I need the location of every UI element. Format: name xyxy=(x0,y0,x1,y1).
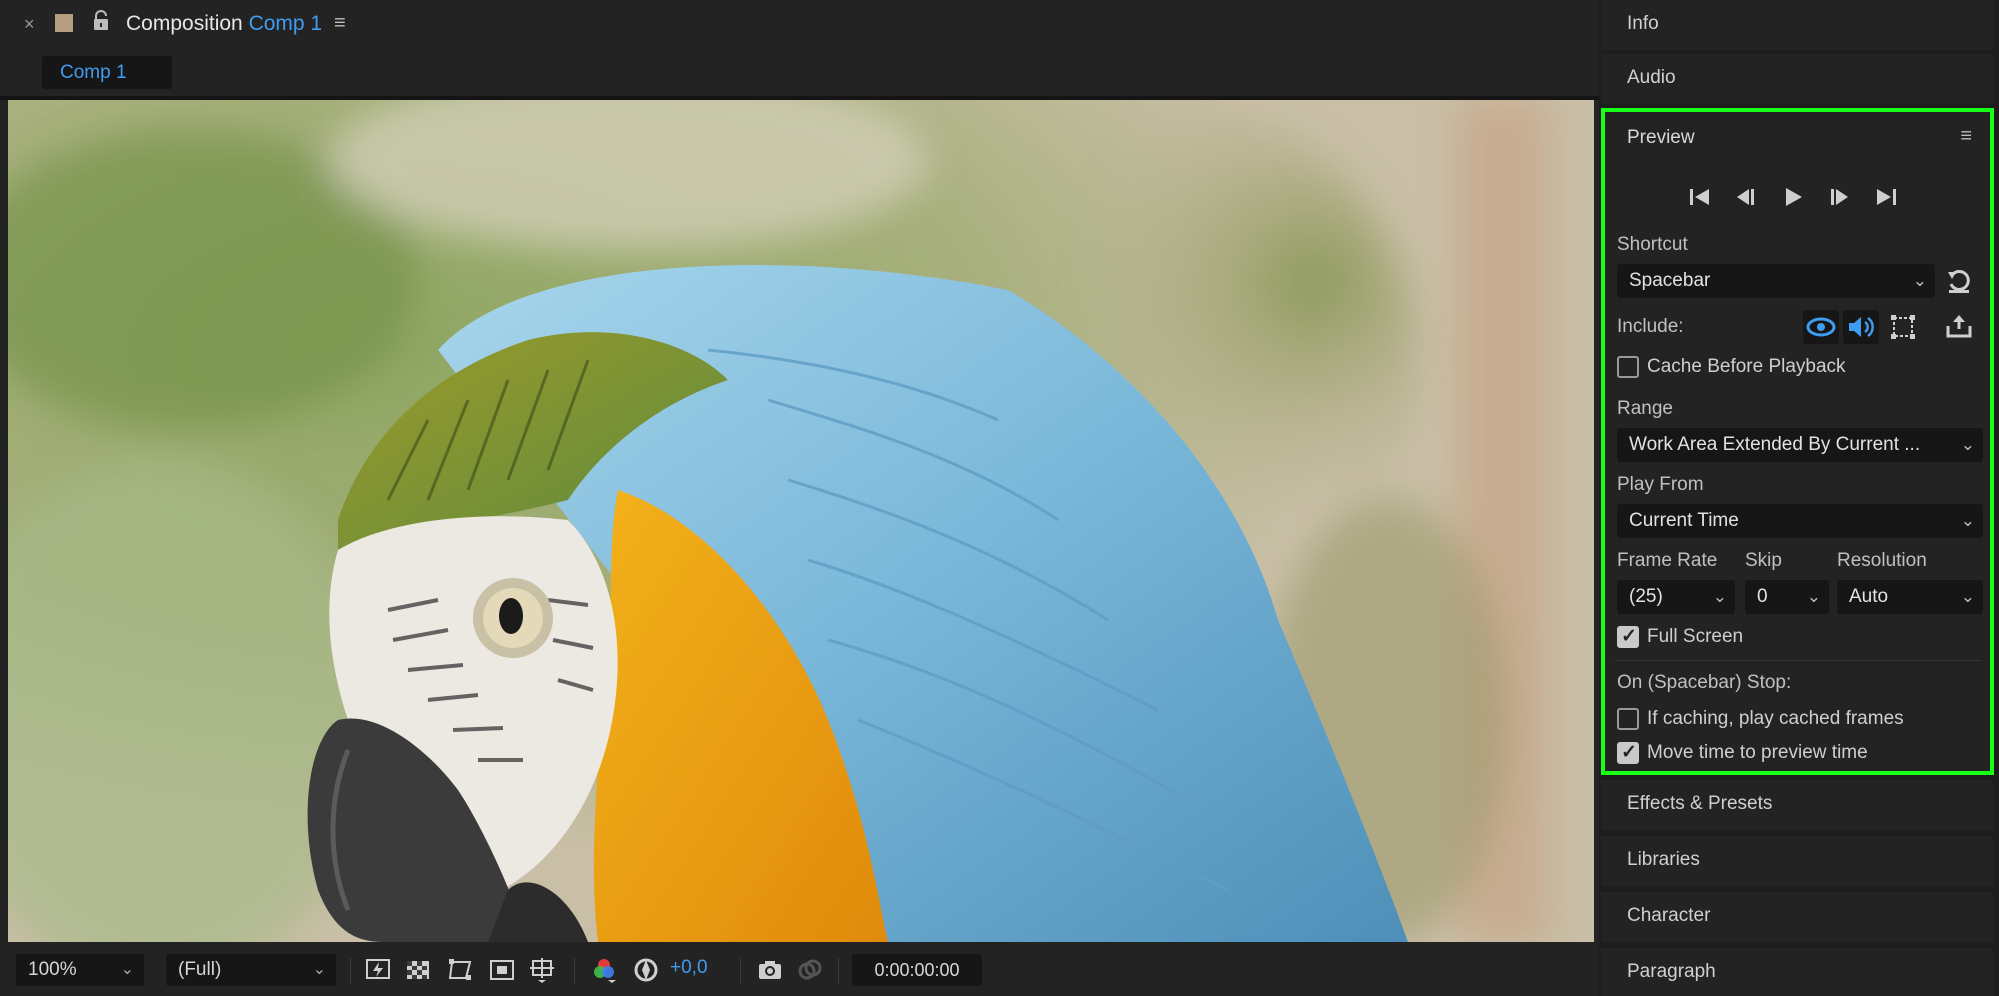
audio-panel-title: Audio xyxy=(1627,67,1676,88)
move-time-label: Move time to preview time xyxy=(1647,742,1868,763)
audio-panel[interactable]: Audio xyxy=(1601,54,1993,104)
include-audio-toggle[interactable] xyxy=(1843,310,1879,344)
viewer-toolbar: 100% ⌄ (Full) ⌄ +0,0 0:00:00:00 xyxy=(0,946,1599,996)
effects-presets-title: Effects & Presets xyxy=(1627,793,1773,814)
composition-name[interactable]: Comp 1 xyxy=(249,12,323,35)
overlay-layer-icon xyxy=(1891,315,1915,339)
composition-panel: × Composition Comp 1 ≡ Comp 1 100% ⌄ (Fu… xyxy=(0,0,1599,996)
info-panel[interactable]: Info xyxy=(1601,0,1993,50)
composition-panel-header: × Composition Comp 1 ≡ xyxy=(0,0,1599,50)
include-video-toggle[interactable] xyxy=(1803,310,1839,344)
magnification-value: 100% xyxy=(28,959,77,980)
shortcut-select[interactable]: Spacebar ⌄ xyxy=(1617,264,1935,298)
reset-shortcut-icon[interactable] xyxy=(1945,268,1973,301)
chevron-down-icon: ⌄ xyxy=(1712,587,1727,606)
current-time-display[interactable]: 0:00:00:00 xyxy=(852,954,982,986)
reset-exposure-icon[interactable] xyxy=(632,956,660,984)
shortcut-label: Shortcut xyxy=(1617,234,1688,255)
chevron-down-icon: ⌄ xyxy=(312,961,326,978)
export-icon[interactable] xyxy=(1945,312,1973,345)
chevron-down-icon: ⌄ xyxy=(1960,587,1975,606)
character-panel[interactable]: Character xyxy=(1601,892,1993,942)
eye-icon xyxy=(1806,317,1836,337)
lock-icon[interactable] xyxy=(92,10,110,37)
paragraph-title: Paragraph xyxy=(1627,961,1716,982)
play-from-value: Current Time xyxy=(1629,510,1739,531)
libraries-panel[interactable]: Libraries xyxy=(1601,836,1993,886)
preview-panel-title: Preview xyxy=(1627,127,1695,148)
panel-menu-icon[interactable]: ≡ xyxy=(1960,125,1972,148)
composition-viewer[interactable] xyxy=(8,100,1594,942)
full-screen-checkbox[interactable] xyxy=(1617,625,1639,648)
chevron-down-icon: ⌄ xyxy=(120,961,134,978)
transparency-grid-icon[interactable] xyxy=(404,956,432,984)
toolbar-divider xyxy=(350,958,351,984)
preview-panel: Preview ≡ Shortcut Spacebar ⌄ Include: C… xyxy=(1601,108,1994,775)
magnification-select[interactable]: 100% ⌄ xyxy=(16,954,144,986)
play-from-select[interactable]: Current Time ⌄ xyxy=(1617,504,1983,538)
color-label-swatch[interactable] xyxy=(55,14,73,32)
cache-before-playback-label: Cache Before Playback xyxy=(1647,356,1846,377)
toolbar-divider xyxy=(838,958,839,984)
chevron-down-icon: ⌄ xyxy=(1912,271,1927,290)
show-snapshot-icon[interactable] xyxy=(796,956,824,984)
resolution-label: Resolution xyxy=(1837,550,1927,571)
fast-preview-icon[interactable] xyxy=(364,956,392,984)
last-frame-icon[interactable] xyxy=(1877,189,1896,205)
resolution-value: (Full) xyxy=(178,959,222,980)
grid-guides-icon[interactable] xyxy=(528,956,556,984)
if-caching-label: If caching, play cached frames xyxy=(1647,708,1904,729)
if-caching-checkbox[interactable] xyxy=(1617,708,1639,730)
speaker-icon xyxy=(1849,316,1874,338)
frame-rate-value: (25) xyxy=(1629,586,1663,607)
info-panel-title: Info xyxy=(1627,13,1659,34)
frame-rate-select[interactable]: (25) ⌄ xyxy=(1617,580,1735,614)
full-screen-label: Full Screen xyxy=(1647,626,1744,647)
macaw-image xyxy=(8,100,1594,942)
chevron-down-icon: ⌄ xyxy=(1806,587,1821,606)
mask-path-icon[interactable] xyxy=(446,956,474,984)
channel-rgb-icon[interactable] xyxy=(590,956,618,984)
chevron-down-icon: ⌄ xyxy=(1960,435,1975,454)
on-stop-label: On (Spacebar) Stop: xyxy=(1617,672,1792,693)
cache-before-playback-checkbox[interactable] xyxy=(1617,356,1639,378)
region-of-interest-icon[interactable] xyxy=(488,956,516,984)
panel-menu-icon[interactable]: ≡ xyxy=(334,12,346,35)
paragraph-panel[interactable]: Paragraph xyxy=(1601,948,1993,996)
previous-frame-icon[interactable] xyxy=(1737,189,1754,205)
range-value: Work Area Extended By Current ... xyxy=(1629,434,1921,455)
resolution-select[interactable]: (Full) ⌄ xyxy=(166,954,336,986)
tab-comp-1[interactable]: Comp 1 xyxy=(42,56,172,89)
include-label: Include: xyxy=(1617,316,1684,337)
character-title: Character xyxy=(1627,905,1711,926)
preview-resolution-select[interactable]: Auto ⌄ xyxy=(1837,580,1983,614)
play-from-label: Play From xyxy=(1617,474,1704,495)
frame-rate-label: Frame Rate xyxy=(1617,550,1718,571)
move-time-checkbox[interactable] xyxy=(1617,741,1639,764)
toolbar-divider xyxy=(740,958,741,984)
include-overlays-toggle[interactable] xyxy=(1885,310,1921,344)
next-frame-icon[interactable] xyxy=(1831,189,1848,205)
effects-presets-panel[interactable]: Effects & Presets xyxy=(1601,780,1993,830)
range-select[interactable]: Work Area Extended By Current ... ⌄ xyxy=(1617,428,1983,462)
close-icon[interactable]: × xyxy=(24,14,35,35)
composition-title-prefix: Composition xyxy=(126,12,243,35)
section-divider xyxy=(1615,660,1981,661)
camera-snapshot-icon[interactable] xyxy=(756,956,784,984)
libraries-title: Libraries xyxy=(1627,849,1700,870)
exposure-value[interactable]: +0,0 xyxy=(670,957,708,979)
toolbar-divider xyxy=(574,958,575,984)
skip-select[interactable]: 0 ⌄ xyxy=(1745,580,1829,614)
composition-title: Composition Comp 1 xyxy=(126,12,322,36)
shortcut-value: Spacebar xyxy=(1629,270,1711,291)
play-icon[interactable] xyxy=(1786,188,1802,206)
transport-controls xyxy=(1685,182,1925,212)
chevron-down-icon: ⌄ xyxy=(1960,511,1975,530)
first-frame-icon[interactable] xyxy=(1690,189,1709,205)
skip-value: 0 xyxy=(1757,586,1768,607)
preview-resolution-value: Auto xyxy=(1849,586,1889,607)
skip-label: Skip xyxy=(1745,550,1782,571)
range-label: Range xyxy=(1617,398,1673,419)
